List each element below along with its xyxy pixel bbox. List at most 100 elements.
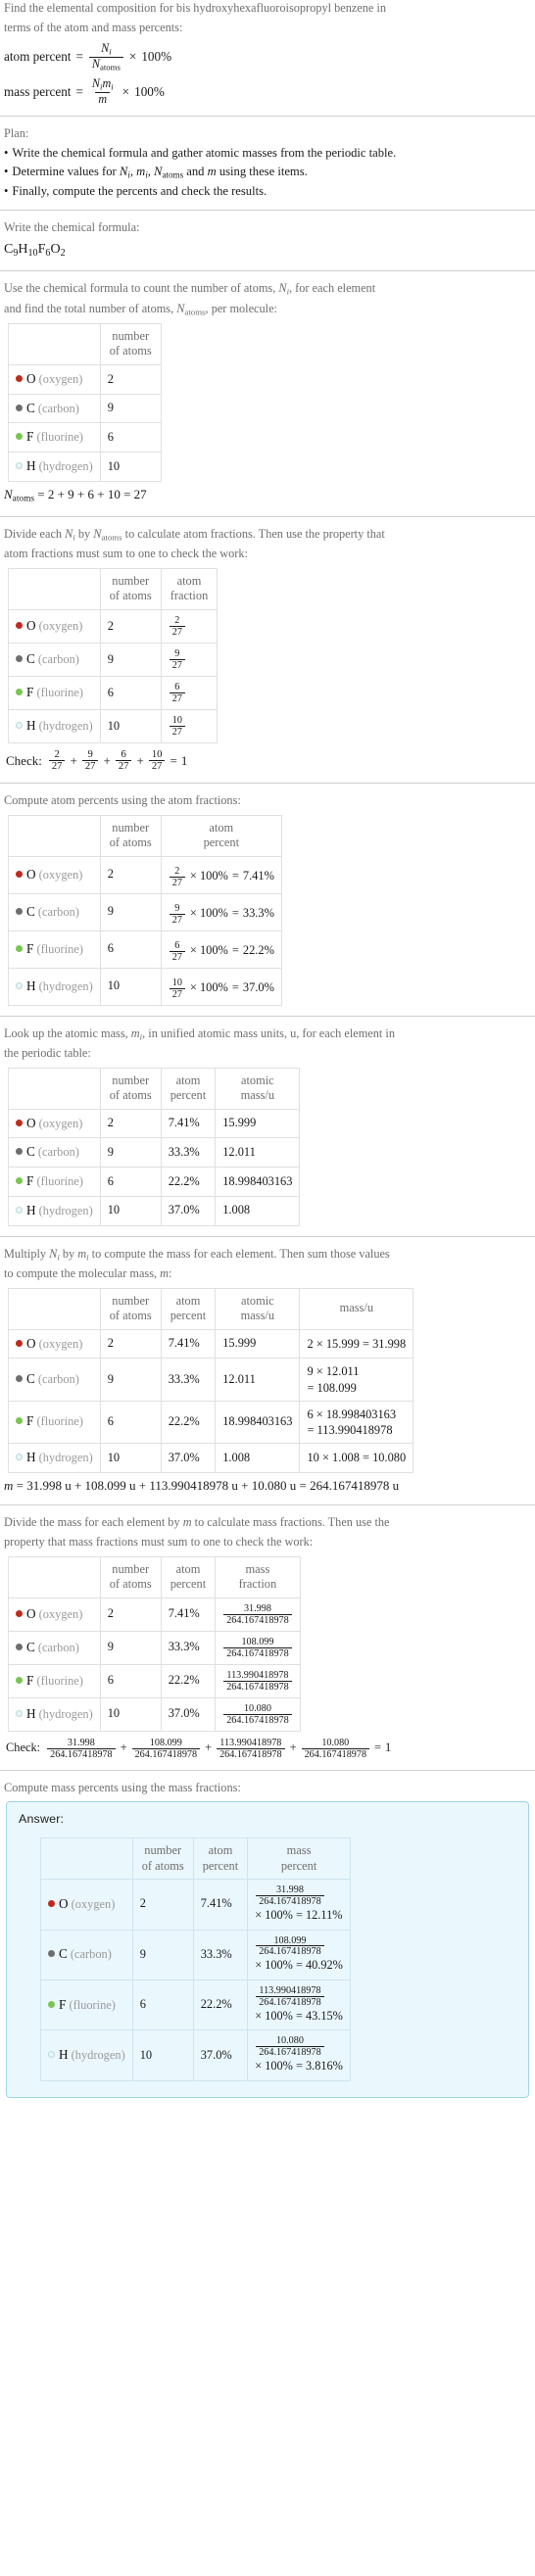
carbon-color-dot xyxy=(16,1643,23,1650)
element-name: (carbon) xyxy=(37,904,79,919)
element-symbol: C xyxy=(26,651,35,666)
atom-fraction-prompt-2: atom fractions must sum to one to check … xyxy=(4,547,248,561)
element-name: (fluorine) xyxy=(36,1673,83,1688)
oxygen-color-dot xyxy=(48,1899,55,1907)
oxygen-color-dot xyxy=(16,1339,23,1347)
count-hydrogen: 10 xyxy=(131,2029,194,2081)
equals-sign: = xyxy=(231,980,239,995)
check-term-3: 113.990418978 264.167418978 xyxy=(217,1738,285,1760)
atom-percent-fluorine: 6 27 × 100% = 22.2% xyxy=(160,930,282,969)
hdr-l2: percent xyxy=(203,835,240,850)
header-blank xyxy=(8,1555,101,1598)
table-header-row: number of atoms atom percent xyxy=(8,814,282,857)
fraction: 2 27 xyxy=(169,866,185,888)
times-100: × 100% xyxy=(255,2059,293,2074)
hdr-l2: of atoms xyxy=(109,835,152,850)
hdr-l2: fraction xyxy=(238,1577,277,1592)
element-cell-hydrogen: H (hydrogen) xyxy=(8,967,101,1006)
mass-fraction-oxygen: 31.998 264.167418978 xyxy=(215,1597,301,1632)
element-cell-oxygen: O (oxygen) xyxy=(8,1597,101,1632)
numerator: 9 xyxy=(174,647,180,659)
denominator: 264.167418978 xyxy=(223,1613,292,1626)
atom-percent-hydrogen: 37.0% xyxy=(160,1442,217,1473)
atom-percent-fluorine: 22.2% xyxy=(160,1167,217,1197)
atom-percent-fluorine: 22.2% xyxy=(160,1663,217,1698)
hdr-l1: atom xyxy=(209,820,234,835)
table-header-row: number of atoms atom percent atomic mass… xyxy=(8,1067,301,1110)
molecular-mass-total: m = 31.998 u + 108.099 u + 113.990418978… xyxy=(4,1477,531,1495)
count-fluorine: 6 xyxy=(99,422,162,453)
n-atoms-subscript: atoms xyxy=(12,494,34,504)
numerator: 2 xyxy=(174,614,180,626)
mass-percent-result-line: × 100% = 40.92% xyxy=(255,1957,343,1974)
equals-sign: = xyxy=(75,48,83,64)
equals-sign: = xyxy=(374,1741,382,1755)
element-cell-fluorine: F (fluorine) xyxy=(8,675,101,710)
check-result: 1 xyxy=(180,752,188,768)
denominator: 264.167418978 xyxy=(223,1646,292,1659)
table-row: O (oxygen) 2 2 27 xyxy=(8,608,219,644)
element-cell-oxygen: O (oxygen) xyxy=(8,363,101,395)
atomic-mass-carbon: 12.011 xyxy=(215,1358,301,1402)
atom-percent-label: atom percent xyxy=(4,48,72,64)
atom-percent-oxygen: 2 27 × 100% = 7.41% xyxy=(160,855,282,894)
fluorine-color-dot xyxy=(16,944,23,952)
atomic-mass-carbon: 12.011 xyxy=(215,1137,301,1169)
hdr-l1: atom xyxy=(208,1843,233,1858)
n-atoms-symbol: N xyxy=(4,486,13,501)
count-fluorine: 6 xyxy=(99,930,162,969)
header-blank xyxy=(8,322,101,365)
table-row: H (hydrogen) 10 10 27 × 100% = 37.0% xyxy=(8,967,282,1006)
denominator: 27 xyxy=(169,950,185,963)
denominator: 27 xyxy=(169,876,185,888)
divider-9 xyxy=(0,1769,535,1771)
fraction: 113.990418978 264.167418978 xyxy=(256,1985,324,2008)
oxygen-color-dot xyxy=(16,1119,23,1126)
hdr-l1: atom xyxy=(175,1561,201,1576)
atom-percent-oxygen: 7.41% xyxy=(160,1108,217,1139)
element-name: (hydrogen) xyxy=(38,1706,93,1721)
element-name: (carbon) xyxy=(37,1145,79,1160)
hundred-percent: 100% xyxy=(141,48,172,64)
mass-fraction-check: Check: 31.998 264.167418978 + 108.099 264.… xyxy=(6,1738,531,1760)
hdr-l2: fraction xyxy=(170,589,209,603)
denominator: 27 xyxy=(148,760,166,773)
element-cell-carbon: C (carbon) xyxy=(8,1137,101,1169)
element-cell-oxygen: O (oxygen) xyxy=(8,1328,101,1360)
table-row: H (hydrogen) 10 37.0% 1.008 xyxy=(8,1195,301,1226)
fraction: 9 27 xyxy=(169,902,185,926)
equals-sign: = xyxy=(231,906,239,921)
numerator: 108.099 xyxy=(149,1737,182,1748)
oxygen-color-dot xyxy=(16,374,23,382)
count-oxygen: 2 xyxy=(131,1879,194,1931)
atom-percent-hydrogen: 37.0% xyxy=(160,1195,217,1226)
element-cell-hydrogen: H (hydrogen) xyxy=(8,1696,101,1732)
numerator: 10.080 xyxy=(275,2035,304,2047)
element-cell-carbon: C (carbon) xyxy=(8,1358,101,1402)
denominator: 264.167418978 xyxy=(223,1713,292,1726)
times-sign: × xyxy=(128,48,137,64)
mass-expression-fluorine: 6 × 18.998403163 = 113.990418978 xyxy=(299,1400,414,1444)
element-symbol: H xyxy=(26,717,36,733)
fraction: 31.998 264.167418978 xyxy=(223,1603,292,1626)
element-name: (carbon) xyxy=(37,1640,79,1654)
fluorine-color-dot xyxy=(48,2000,55,2008)
carbon-color-dot xyxy=(16,404,23,411)
atom-percent-hydrogen: 37.0% xyxy=(160,1696,217,1732)
atom-percent-section: Compute atom percents using the atom fra… xyxy=(0,792,535,1006)
numerator: 10 xyxy=(151,748,163,760)
table-row: C (carbon) 9 9 27 xyxy=(8,642,219,677)
header-atom-percent: atom percent xyxy=(160,1555,217,1598)
element-cell-oxygen: O (oxygen) xyxy=(8,608,101,644)
atom-fraction-table: number of atoms atom fraction O (oxygen)… xyxy=(8,567,219,743)
count-carbon: 9 xyxy=(99,892,162,931)
atomic-mass-prompt-1: Look up the atomic mass, mi, in unified … xyxy=(4,1026,395,1041)
element-symbol: C xyxy=(59,1946,68,1962)
element-symbol: H xyxy=(59,2047,69,2063)
mass-fraction-prompt-2: property that mass fractions must sum to… xyxy=(4,1534,314,1549)
numerator: 9 xyxy=(174,902,180,914)
atom-percent-formula: atom percent = Ni Natoms × 100% xyxy=(4,41,531,72)
times-100: × 100% xyxy=(189,906,228,921)
fluorine-color-dot xyxy=(16,1676,23,1684)
carbon-color-dot xyxy=(16,655,23,662)
